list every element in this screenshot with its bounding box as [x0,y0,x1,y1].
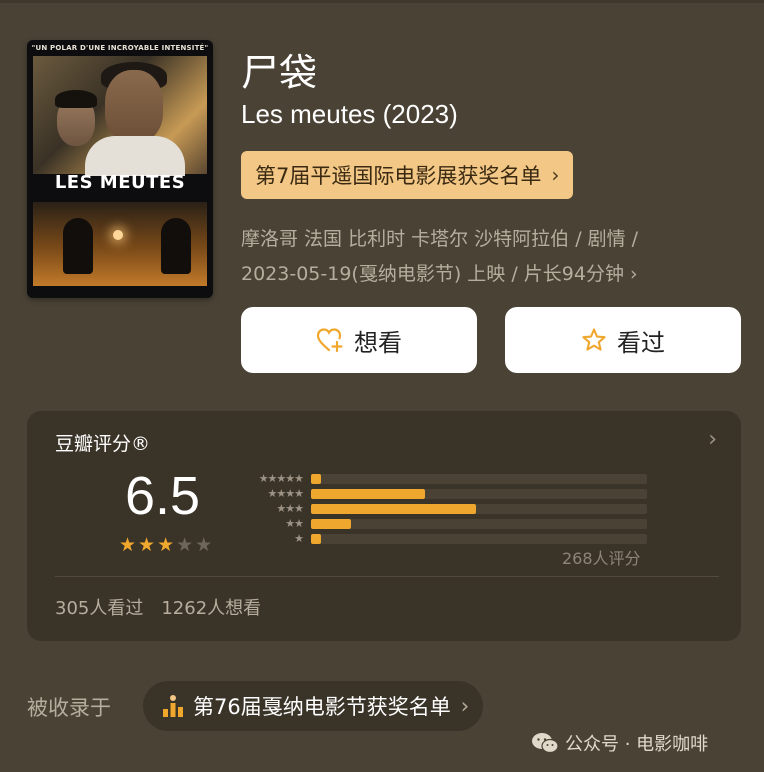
movie-meta[interactable]: 摩洛哥 法国 比利时 卡塔尔 沙特阿拉伯 / 剧情 / 2023-05-19(戛… [241,222,741,292]
collection-list-name: 第76届戛纳电影节获奖名单 [193,695,451,719]
poster-figure-hair [55,90,97,108]
rating-count: 268人评分 [562,549,641,568]
watched-label: 看过 [617,328,665,357]
distribution-bar [311,533,321,544]
movie-title-original: Les meutes (2023) [241,99,458,129]
distribution-stars-icon: ★ [294,532,304,545]
collection-list-link[interactable]: 第76届戛纳电影节获奖名单 › [143,681,484,731]
distribution-stars-icon: ★★★ [276,502,304,515]
star-empty-icon: ★ [195,534,213,556]
distribution-row: ★★ [235,516,647,531]
rating-label: 豆瓣评分® [55,433,151,455]
seen-count[interactable]: 305人看过 [55,594,143,620]
distribution-bar [311,488,425,499]
movie-poster[interactable]: "UN POLAR D'UNE INCROYABLE INTENSITÉ" LE… [27,40,213,298]
rating-score: 6.5 [125,466,201,526]
meta-line-2: 2023-05-19(戛纳电影节) 上映 / 片长94分钟 [241,263,624,285]
movie-title-cn: 尸袋 [241,51,318,95]
want-count[interactable]: 1262人想看 [161,594,261,620]
distribution-row: ★ [235,531,647,546]
poster-bottom-scene [33,202,207,286]
distribution-track [311,533,647,544]
chevron-right-icon: › [551,163,560,187]
want-to-watch-button[interactable]: 想看 [241,307,477,373]
star-outline-icon [582,328,606,351]
poster-street-lamp [113,230,123,240]
wechat-icon [532,733,559,754]
ranking-icon [163,695,183,717]
rating-stars: ★ ★ ★ ★ ★ [119,536,212,555]
award-list-label: 第7届平遥国际电影展获奖名单 [255,164,542,188]
watermark-text: 公众号 · 电影咖啡 [565,734,709,755]
wechat-watermark: 公众号 · 电影咖啡 [531,730,708,756]
want-to-watch-label: 想看 [354,328,402,357]
distribution-row: ★★★★ [235,486,647,501]
meta-line-1: 摩洛哥 法国 比利时 卡塔尔 沙特阿拉伯 / 剧情 / [241,228,639,250]
distribution-bar [311,503,476,514]
chevron-right-icon: › [708,427,717,452]
distribution-track [311,518,647,529]
distribution-stars-icon: ★★ [285,517,304,530]
star-empty-icon: ★ [176,534,194,556]
poster-title: LES MEUTES [54,172,186,193]
chevron-right-icon: › [460,694,470,718]
distribution-row: ★★★ [235,501,647,516]
chevron-right-icon: › [629,263,638,285]
distribution-stars-icon: ★★★★ [267,487,304,500]
watched-button[interactable]: 看过 [505,307,741,373]
star-filled-icon: ★ [138,534,156,556]
star-filled-icon: ★ [119,534,137,556]
top-divider [0,0,764,3]
poster-silhouette [161,218,191,274]
rating-distribution: ★★★★★ ★★★★ ★★★ ★★ ★ [235,471,647,546]
poster-figure-old-man [105,70,163,142]
distribution-bar [311,473,321,484]
poster-silhouette [63,218,93,274]
douban-rating-card[interactable]: 豆瓣评分® › 6.5 ★ ★ ★ ★ ★ ★★★★★ ★★★★ ★★★ ★★ ★ 268人评分… [27,411,741,641]
distribution-track [311,503,647,514]
distribution-track [311,488,647,499]
poster-tagline: "UN POLAR D'UNE INCROYABLE INTENSITÉ" [31,44,209,52]
star-filled-icon: ★ [157,534,175,556]
distribution-bar [311,518,351,529]
audience-stats: 305人看过 1262人想看 [55,594,261,620]
card-divider [55,576,719,577]
heart-plus-icon [316,328,343,353]
distribution-track [311,473,647,484]
distribution-row: ★★★★★ [235,471,647,486]
collected-in-label: 被收录于 [27,696,111,720]
award-list-link[interactable]: 第7届平遥国际电影展获奖名单 › [241,151,574,199]
poster-figure-shirt [85,136,185,176]
distribution-stars-icon: ★★★★★ [258,472,304,485]
